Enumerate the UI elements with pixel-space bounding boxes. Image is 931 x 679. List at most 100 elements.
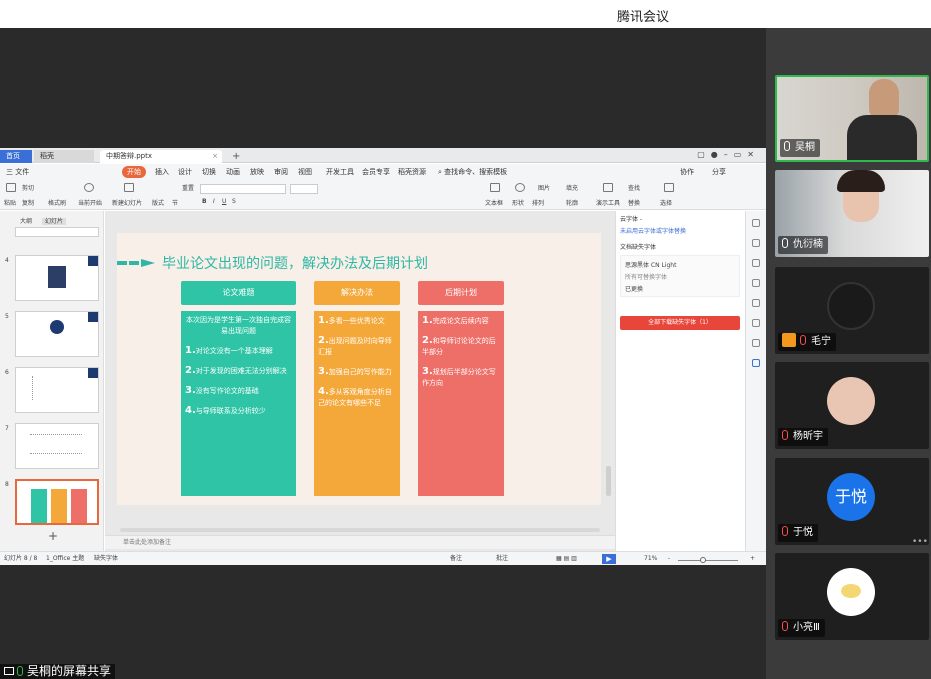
menu-member[interactable]: 会员专享 xyxy=(362,166,390,178)
participant-tile[interactable]: 小亮Ⅲ xyxy=(775,553,929,640)
participant-tile[interactable]: 仇衍楠 xyxy=(775,170,929,257)
tool-icon[interactable] xyxy=(752,219,760,227)
menu-docer[interactable]: 稻壳资源 xyxy=(398,166,426,178)
layout-button[interactable]: 版式 xyxy=(152,198,164,207)
avatar xyxy=(827,377,875,425)
slideshow-play-button[interactable]: ▶ xyxy=(602,554,616,564)
italic-icon[interactable]: I xyxy=(213,198,215,205)
slide-thumbnail-7[interactable] xyxy=(15,423,99,469)
cut-button[interactable]: 剪切 xyxy=(22,183,34,192)
shape-icon[interactable] xyxy=(515,183,525,192)
strike-icon[interactable]: S xyxy=(232,198,236,205)
menu-file[interactable]: 三 文件 xyxy=(6,166,29,178)
underline-icon[interactable]: U xyxy=(222,198,226,205)
missing-font-card[interactable]: 思源黑体 CN Light 所有可替换字体 已更换 xyxy=(620,255,740,297)
vertical-scrollbar[interactable] xyxy=(606,466,611,496)
add-slide-button[interactable]: + xyxy=(48,529,58,543)
menu-slideshow[interactable]: 放映 xyxy=(250,166,264,178)
new-slide-icon[interactable] xyxy=(124,183,134,192)
thumbnail-text xyxy=(30,434,82,454)
avatar-face xyxy=(841,584,861,598)
tool-icon[interactable] xyxy=(752,319,760,327)
smart-tools-icon[interactable] xyxy=(603,183,613,192)
menu-animation[interactable]: 动画 xyxy=(226,166,240,178)
share-button[interactable]: 分享 xyxy=(712,166,726,178)
tool-icon[interactable] xyxy=(752,239,760,247)
replace-button[interactable]: 替换 xyxy=(628,198,640,207)
menu-developer[interactable]: 开发工具 xyxy=(326,166,354,178)
meeting-titlebar: 腾讯会议 xyxy=(0,0,931,28)
tab-home[interactable]: 首页 xyxy=(0,150,32,163)
menu-insert[interactable]: 插入 xyxy=(155,166,169,178)
thumbnail-text xyxy=(32,376,72,400)
arrange-button[interactable]: 排列 xyxy=(532,198,544,207)
notes-input[interactable]: 单击此处添加备注 xyxy=(105,535,615,549)
fill-button[interactable]: 填充 xyxy=(566,183,578,192)
participant-tile[interactable]: 吴桐 xyxy=(775,75,929,162)
play-from-current-icon[interactable] xyxy=(84,183,94,192)
menu-view[interactable]: 视图 xyxy=(298,166,312,178)
tool-icon[interactable] xyxy=(752,299,760,307)
horizontal-scrollbar[interactable] xyxy=(120,528,600,532)
font-size-select[interactable] xyxy=(290,184,318,194)
menu-transition[interactable]: 切换 xyxy=(202,166,216,178)
slide-thumbnail-6[interactable] xyxy=(15,367,99,413)
format-painter-button[interactable]: 格式刷 xyxy=(48,198,66,207)
tool-icon[interactable] xyxy=(752,279,760,287)
slide-title: 毕业论文出现的问题，解决办法及后期计划 xyxy=(162,256,428,272)
tab-docer[interactable]: 稻壳 xyxy=(34,150,94,163)
zoom-level[interactable]: 71% xyxy=(644,554,657,564)
download-missing-fonts-button[interactable]: 全部下载缺失字体（1） xyxy=(620,316,740,330)
select-icon[interactable] xyxy=(664,183,674,192)
tab-slides[interactable]: 幻灯片 xyxy=(41,218,66,225)
participant-tile[interactable]: 杨昕宇 xyxy=(775,362,929,449)
menu-design[interactable]: 设计 xyxy=(178,166,192,178)
font-pane-icon[interactable] xyxy=(752,359,760,367)
collab-button[interactable]: 协作 xyxy=(680,166,694,178)
tool-icon[interactable] xyxy=(752,339,760,347)
thumbnail-image xyxy=(48,266,66,288)
slide-thumbnail-5[interactable] xyxy=(15,311,99,357)
bold-icon[interactable]: B xyxy=(202,198,207,205)
tab-outline[interactable]: 大纲 xyxy=(20,218,32,225)
outline-button[interactable]: 轮廓 xyxy=(566,198,578,207)
font-replace-link[interactable]: 未启用云字体或字体替换 xyxy=(620,226,686,235)
list-item: 1.多看一些优秀论文 xyxy=(318,315,385,326)
slide-thumbnail-3[interactable] xyxy=(15,227,99,237)
tool-icon[interactable] xyxy=(752,259,760,267)
notes-toggle[interactable]: 备注 xyxy=(450,554,462,564)
copy-button[interactable]: 复制 xyxy=(22,198,34,207)
normal-view-icon[interactable]: ▦ ▤ ▥ xyxy=(556,554,577,564)
current-slide[interactable]: 毕业论文出现的问题，解决办法及后期计划 论文难题 本次因为是学生第一次独自完成容… xyxy=(117,233,601,505)
participant-tile[interactable]: 毛宁 xyxy=(775,267,929,354)
menu-home[interactable]: 开始 xyxy=(122,166,146,178)
picture-button[interactable]: 图片 xyxy=(538,183,550,192)
font-name-select[interactable] xyxy=(200,184,286,194)
list-item: 2.出现问题及时向导师汇报 xyxy=(318,335,392,356)
reset-button[interactable]: 重置 xyxy=(182,183,194,192)
window-controls[interactable]: ▢●–▭✕ xyxy=(697,150,760,159)
column-header-problems: 论文难题 xyxy=(181,281,296,305)
zoom-slider-track[interactable] xyxy=(678,560,738,561)
zoom-slider-knob[interactable] xyxy=(700,557,706,563)
command-search[interactable]: ⌕ 查找命令、搜索模板 xyxy=(438,166,507,178)
participant-tile[interactable]: 于悦 于悦 xyxy=(775,458,929,545)
zoom-in-button[interactable]: + xyxy=(750,554,755,564)
slide-thumbnail-4[interactable] xyxy=(15,255,99,301)
more-options-icon[interactable]: ••• xyxy=(912,537,928,547)
close-tab-icon[interactable]: × xyxy=(212,150,218,163)
slide-editor-canvas[interactable]: 毕业论文出现的问题，解决办法及后期计划 论文难题 本次因为是学生第一次独自完成容… xyxy=(105,211,615,551)
comments-toggle[interactable]: 批注 xyxy=(496,554,508,564)
missing-font-status[interactable]: 缺失字体 xyxy=(94,554,118,564)
tab-document[interactable]: 中期答辩.pptx × xyxy=(100,150,222,163)
paste-icon[interactable] xyxy=(6,183,16,192)
zoom-out-button[interactable]: - xyxy=(668,554,670,564)
menu-review[interactable]: 审阅 xyxy=(274,166,288,178)
new-tab-button[interactable]: + xyxy=(226,150,246,163)
thumbnail-corner xyxy=(88,368,98,378)
find-button[interactable]: 查找 xyxy=(628,183,640,192)
thumbnail-col-1 xyxy=(31,489,47,523)
section-button[interactable]: 节 xyxy=(172,198,178,207)
textbox-icon[interactable] xyxy=(490,183,500,192)
slide-thumbnail-8[interactable] xyxy=(15,479,99,525)
